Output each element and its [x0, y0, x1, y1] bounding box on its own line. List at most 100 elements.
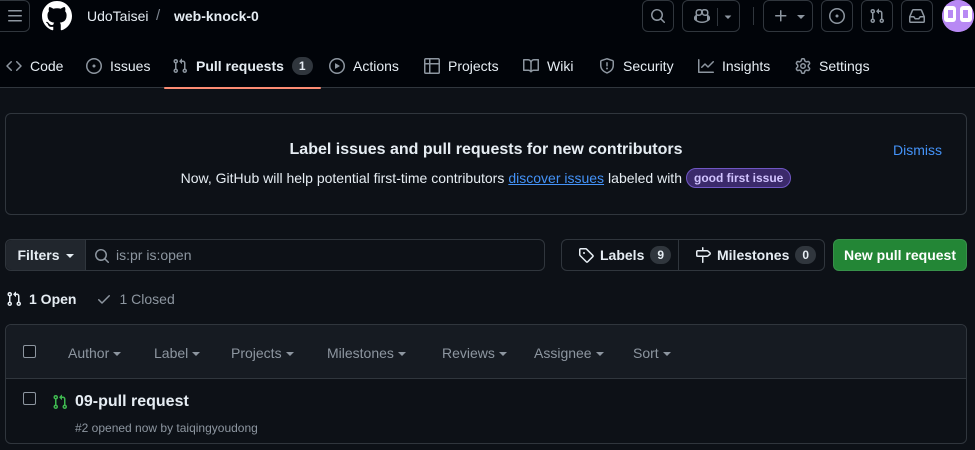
- search-input[interactable]: [116, 240, 516, 270]
- tab-pull-requests[interactable]: Pull requests 1: [164, 44, 321, 89]
- git-pull-request-open-icon: [53, 394, 68, 410]
- code-icon: [6, 60, 22, 72]
- select-all-checkbox[interactable]: [23, 345, 36, 358]
- chevron-down-icon: [113, 351, 122, 356]
- tab-issues[interactable]: Issues: [86, 44, 150, 88]
- milestones-filter-label: Milestones: [327, 345, 394, 361]
- pull-requests-button[interactable]: [861, 0, 893, 32]
- git-pull-request-icon: [7, 291, 22, 307]
- reviews-filter-label: Reviews: [442, 345, 495, 361]
- menu-button[interactable]: [0, 0, 30, 32]
- milestones-label: Milestones: [717, 247, 790, 263]
- milestone-icon: [696, 247, 711, 263]
- tab-settings[interactable]: Settings: [795, 44, 870, 88]
- header-divider: [753, 7, 754, 25]
- tab-label: Projects: [448, 58, 499, 74]
- new-pull-request-button[interactable]: New pull request: [833, 239, 967, 271]
- copilot-button[interactable]: [682, 0, 740, 32]
- breadcrumb-owner[interactable]: UdoTaisei: [87, 8, 148, 24]
- search-icon: [651, 9, 666, 24]
- issue-opened-icon: [86, 58, 102, 74]
- table-row: 09-pull request #2 opened now by taiqing…: [6, 379, 966, 443]
- breadcrumb-separator: /: [156, 7, 161, 24]
- tab-security[interactable]: Security: [599, 44, 674, 88]
- sort-menu-label: Sort: [633, 345, 659, 361]
- shield-icon: [600, 58, 614, 74]
- tab-projects[interactable]: Projects: [424, 44, 499, 88]
- chevron-down-icon: [192, 351, 201, 356]
- discover-issues-link[interactable]: discover issues: [508, 170, 604, 186]
- good-first-issue-label[interactable]: good first issue: [685, 168, 792, 188]
- label-filter-label: Label: [154, 345, 189, 361]
- reviews-filter[interactable]: Reviews: [442, 345, 507, 361]
- tab-insights[interactable]: Insights: [698, 44, 770, 88]
- labels-count-badge: 9: [650, 246, 672, 264]
- closed-count-label: 1 Closed: [119, 291, 175, 307]
- labels-button[interactable]: Labels 9: [562, 240, 679, 270]
- issues-button[interactable]: [821, 0, 853, 32]
- copilot-icon: [694, 8, 710, 24]
- banner-text: Now, GitHub will help potential first-ti…: [6, 168, 966, 188]
- tab-actions[interactable]: Actions: [329, 44, 399, 88]
- pr-state-toggle: 1 Open 1 Closed: [6, 290, 175, 308]
- tab-wiki[interactable]: Wiki: [523, 44, 573, 88]
- chevron-down-icon: [595, 351, 604, 356]
- projects-filter-label: Projects: [231, 345, 282, 361]
- table-icon: [424, 58, 440, 74]
- create-new-button[interactable]: [763, 0, 813, 32]
- chevron-down-icon[interactable]: [723, 12, 733, 22]
- user-avatar[interactable]: [942, 0, 974, 32]
- assignee-filter-label: Assignee: [534, 345, 592, 361]
- git-pull-request-icon: [173, 58, 188, 74]
- dismiss-button[interactable]: Dismiss: [893, 142, 942, 158]
- milestones-button[interactable]: Milestones 0: [679, 240, 824, 270]
- assignee-filter[interactable]: Assignee: [534, 345, 604, 361]
- row-checkbox[interactable]: [23, 392, 36, 405]
- breadcrumb-repo[interactable]: web-knock-0: [174, 8, 259, 24]
- tab-label: Settings: [819, 58, 870, 74]
- sort-menu[interactable]: Sort: [633, 345, 671, 361]
- labels-label: Labels: [600, 247, 645, 263]
- github-logo-icon[interactable]: [42, 1, 72, 31]
- label-filter[interactable]: Label: [154, 345, 201, 361]
- graph-icon: [698, 59, 714, 73]
- app-header: UdoTaisei / web-knock-0 Code Issues Pull…: [0, 0, 975, 89]
- filter-search-group: Filters: [5, 239, 545, 271]
- filters-button[interactable]: Filters: [6, 240, 86, 270]
- chevron-down-icon: [797, 15, 805, 19]
- tab-code[interactable]: Code: [6, 44, 63, 88]
- chevron-down-icon: [498, 351, 507, 356]
- chevron-down-icon: [285, 351, 294, 356]
- chevron-down-icon: [397, 351, 406, 356]
- chevron-down-icon: [65, 253, 74, 258]
- list-header: Author Label Projects Milestones Reviews…: [6, 325, 966, 379]
- identicon-icon: [942, 0, 974, 32]
- milestones-filter[interactable]: Milestones: [327, 345, 406, 361]
- tab-label: Issues: [110, 58, 151, 74]
- new-contributors-banner: Label issues and pull requests for new c…: [5, 113, 967, 215]
- git-pull-request-icon: [870, 8, 885, 24]
- tab-label: Actions: [353, 58, 399, 74]
- gear-icon: [795, 58, 811, 74]
- tab-label: Insights: [722, 58, 771, 74]
- search-button[interactable]: [642, 0, 674, 32]
- pull-requests-count-badge: 1: [291, 57, 313, 75]
- tab-label: Security: [623, 58, 674, 74]
- tab-label: Pull requests: [196, 58, 284, 74]
- tag-icon: [579, 248, 594, 263]
- book-icon: [523, 58, 539, 73]
- inbox-button[interactable]: [901, 0, 933, 32]
- hamburger-icon: [7, 10, 22, 22]
- projects-filter[interactable]: Projects: [231, 345, 294, 361]
- tab-label: Code: [30, 58, 64, 74]
- banner-title: Label issues and pull requests for new c…: [289, 141, 683, 158]
- author-filter[interactable]: Author: [68, 345, 122, 361]
- repo-nav: Code Issues Pull requests 1 Actions Proj…: [0, 44, 975, 89]
- plus-icon: [775, 10, 787, 22]
- tab-label: Wiki: [547, 58, 574, 74]
- open-filter-link[interactable]: 1 Open: [6, 291, 76, 307]
- pr-title-link[interactable]: 09-pull request: [75, 393, 189, 411]
- author-filter-label: Author: [68, 345, 110, 361]
- closed-filter-link[interactable]: 1 Closed: [96, 291, 175, 307]
- inbox-icon: [909, 8, 925, 23]
